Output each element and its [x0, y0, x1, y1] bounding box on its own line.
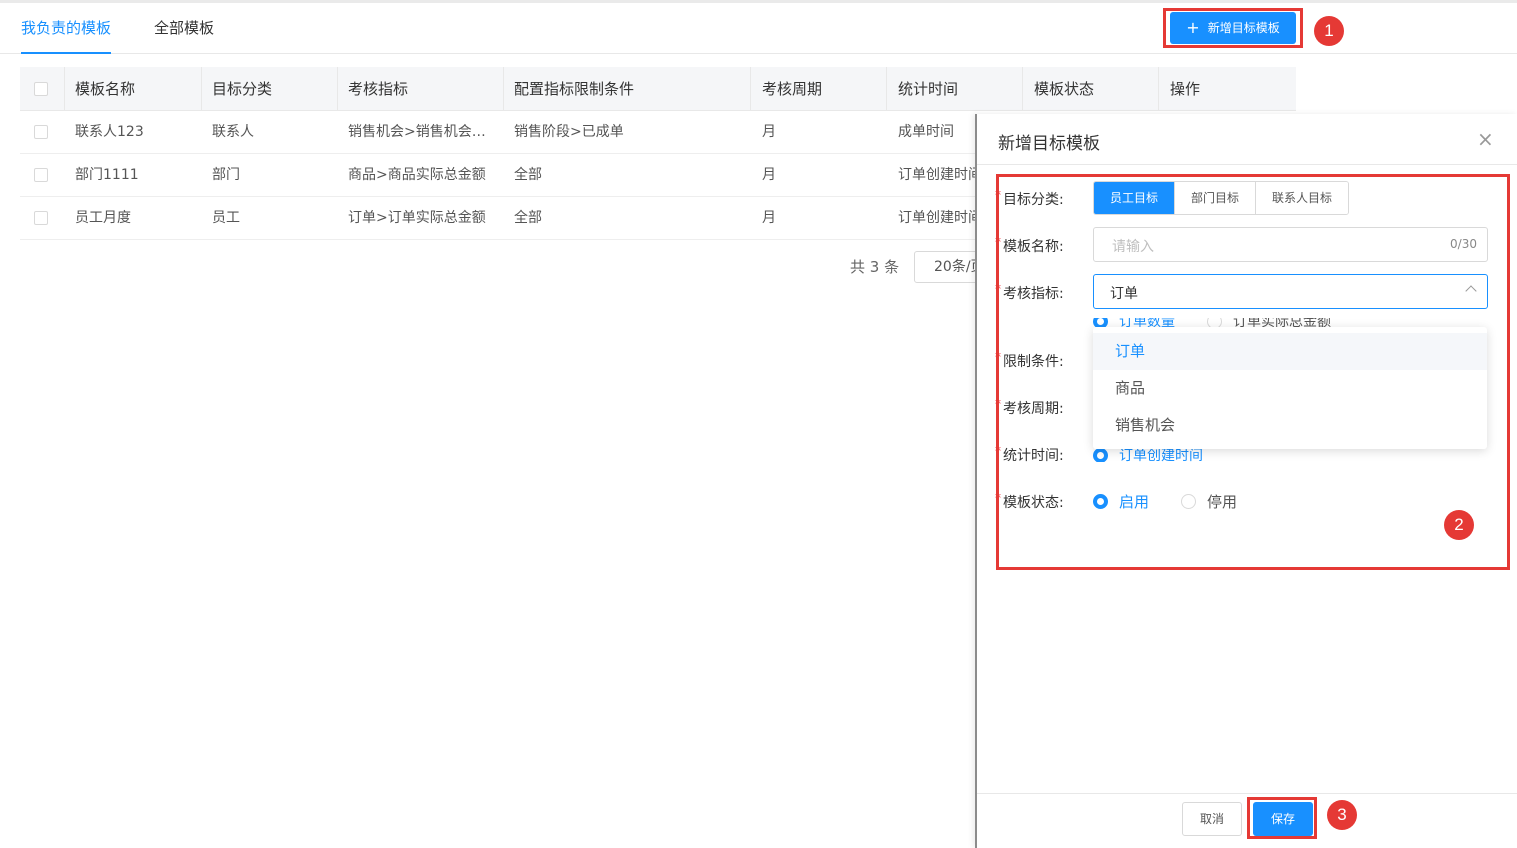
active-tab-indicator [21, 52, 111, 54]
cell-stat-time: 订单创建时间 [898, 210, 982, 226]
cell-indicator: 销售机会>销售机会… [348, 124, 486, 140]
col-header: 操作 [1170, 80, 1201, 98]
divider [977, 164, 1517, 165]
col-header: 模板状态 [1034, 80, 1095, 98]
tab-my-templates[interactable]: 我负责的模板 [21, 17, 111, 38]
cell-period: 月 [762, 167, 776, 183]
cell-stat-time: 订单创建时间 [898, 167, 982, 183]
close-icon[interactable]: × [1477, 127, 1494, 151]
cell-name: 部门1111 [75, 167, 139, 183]
cancel-button[interactable]: 取消 [1182, 802, 1242, 836]
cell-category: 联系人 [212, 124, 254, 140]
drawer-title: 新增目标模板 [998, 134, 1100, 154]
row-checkbox[interactable] [34, 168, 48, 182]
cell-condition: 全部 [514, 167, 542, 183]
annotation-box-3 [1247, 797, 1317, 839]
col-header: 配置指标限制条件 [514, 80, 635, 98]
annotation-badge-3: 3 [1327, 800, 1357, 830]
cell-period: 月 [762, 124, 776, 140]
cell-condition: 全部 [514, 210, 542, 226]
col-header: 模板名称 [75, 80, 136, 98]
cell-name: 联系人123 [75, 124, 144, 140]
row-checkbox[interactable] [34, 211, 48, 225]
pagination-total: 共 3 条 [850, 258, 900, 276]
cell-condition: 销售阶段>已成单 [514, 124, 624, 140]
cell-indicator: 订单>订单实际总金额 [348, 210, 486, 226]
col-header: 目标分类 [212, 80, 273, 98]
annotation-box-2 [996, 174, 1510, 570]
cell-category: 部门 [212, 167, 240, 183]
cell-indicator: 商品>商品实际总金额 [348, 167, 486, 183]
col-header: 考核指标 [348, 80, 409, 98]
cell-category: 员工 [212, 210, 240, 226]
annotation-badge-1: 1 [1314, 16, 1344, 46]
page: 我负责的模板 全部模板 + 新增目标模板 1 模板名称 目标分类 考核指标 配置指… [0, 0, 1517, 848]
row-checkbox[interactable] [34, 125, 48, 139]
select-all-checkbox[interactable] [34, 82, 48, 96]
cell-name: 员工月度 [75, 210, 131, 226]
col-header: 考核周期 [762, 80, 823, 98]
annotation-box-1 [1163, 8, 1303, 48]
tab-all-templates[interactable]: 全部模板 [154, 17, 214, 38]
annotation-badge-2: 2 [1444, 510, 1474, 540]
cell-stat-time: 成单时间 [898, 124, 954, 140]
col-header: 统计时间 [898, 80, 959, 98]
cell-period: 月 [762, 210, 776, 226]
table-header: 模板名称 目标分类 考核指标 配置指标限制条件 考核周期 统计时间 模板状态 操… [20, 67, 1296, 111]
divider [977, 793, 1517, 794]
